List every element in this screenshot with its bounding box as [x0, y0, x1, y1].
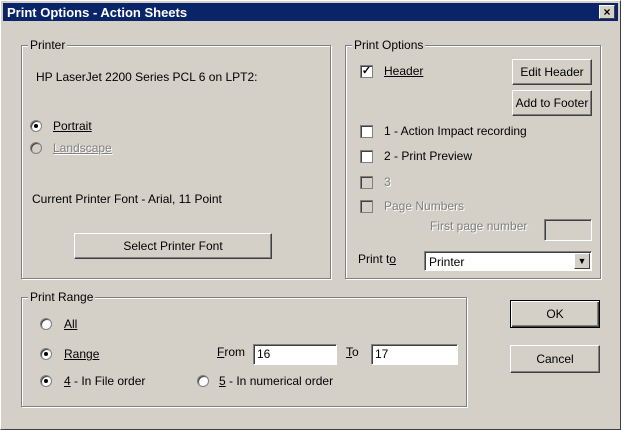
from-label: From: [217, 345, 246, 359]
close-icon[interactable]: ×: [599, 5, 615, 19]
print-options-legend: Print Options: [352, 38, 426, 52]
from-field[interactable]: 16: [253, 344, 337, 365]
page-numbers-label: Page Numbers: [384, 199, 465, 213]
print-to-label: Print to: [358, 252, 397, 266]
option-3-checkbox: [360, 176, 373, 189]
print-range-legend: Print Range: [28, 290, 96, 304]
header-label[interactable]: Header: [384, 64, 423, 78]
printer-font-info: Current Printer Font - Arial, 11 Point: [32, 192, 222, 206]
printer-group-legend: Printer: [28, 38, 68, 52]
portrait-radio[interactable]: [30, 120, 42, 132]
print-range-group: Print Range All Range From 16 To 17 4 - …: [21, 290, 467, 407]
file-order-radio[interactable]: [40, 375, 52, 387]
option-3-label: 3: [384, 175, 391, 189]
print-options-dialog: Print Options - Action Sheets × Printer …: [0, 0, 621, 430]
edit-header-button[interactable]: Edit Header: [512, 59, 592, 85]
print-to-value: Printer: [429, 255, 465, 269]
to-label: To: [346, 345, 359, 359]
range-label[interactable]: Range: [64, 347, 99, 361]
print-options-group: Print Options ✓ Header Edit Header Add t…: [345, 38, 601, 279]
portrait-label[interactable]: Portrait: [53, 119, 92, 133]
header-checkbox[interactable]: ✓: [360, 65, 373, 78]
print-preview-label[interactable]: 2 - Print Preview: [384, 149, 472, 163]
page-numbers-checkbox: [360, 200, 373, 213]
first-page-number-label: First page number: [430, 219, 528, 233]
print-preview-checkbox[interactable]: [360, 150, 373, 163]
first-page-number-field: [544, 219, 592, 241]
cancel-button[interactable]: Cancel: [510, 345, 600, 373]
range-all-radio[interactable]: [40, 318, 52, 330]
action-impact-checkbox[interactable]: [360, 125, 373, 138]
landscape-radio: [30, 142, 42, 154]
landscape-label: Landscape: [53, 141, 112, 155]
print-to-select[interactable]: Printer ▼: [424, 251, 592, 271]
to-field[interactable]: 17: [371, 344, 458, 365]
chevron-down-icon[interactable]: ▼: [574, 253, 590, 269]
select-printer-font-button[interactable]: Select Printer Font: [74, 233, 272, 259]
title-bar[interactable]: Print Options - Action Sheets ×: [3, 3, 618, 21]
range-radio[interactable]: [40, 348, 52, 360]
printer-group: Printer HP LaserJet 2200 Series PCL 6 on…: [21, 38, 331, 279]
numerical-order-radio[interactable]: [197, 375, 209, 387]
printer-name: HP LaserJet 2200 Series PCL 6 on LPT2:: [36, 70, 258, 84]
window-title: Print Options - Action Sheets: [7, 5, 188, 20]
range-all-label[interactable]: All: [64, 317, 77, 331]
add-to-footer-button[interactable]: Add to Footer: [512, 90, 592, 116]
action-impact-label[interactable]: 1 - Action Impact recording: [384, 124, 527, 138]
numerical-order-label[interactable]: 5 - In numerical order: [219, 374, 333, 388]
file-order-label[interactable]: 4 - In File order: [64, 374, 145, 388]
ok-button[interactable]: OK: [510, 300, 600, 328]
